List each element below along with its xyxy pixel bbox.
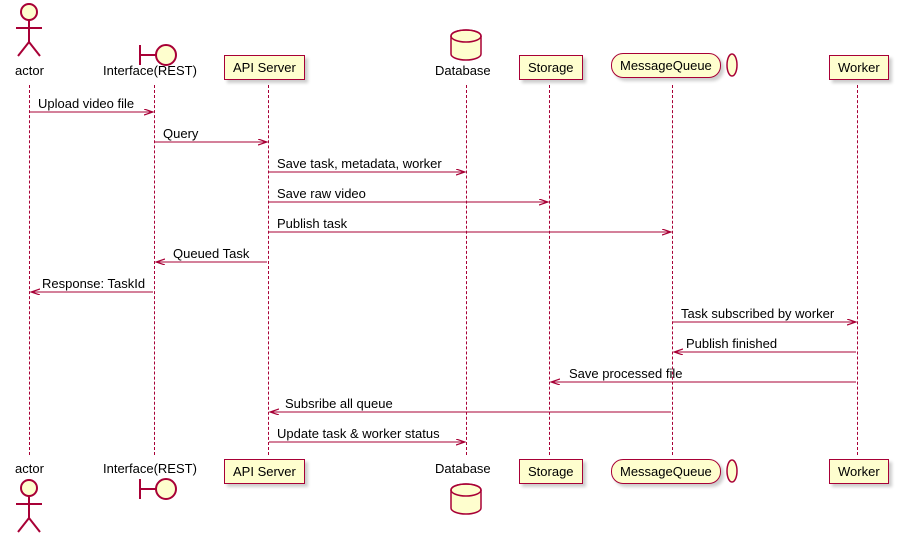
- mq-bottom-box: MessageQueue: [611, 459, 721, 484]
- worker-top-box: Worker: [829, 55, 889, 80]
- msg-savetask: Save task, metadata, worker: [277, 156, 442, 171]
- msg-response: Response: TaskId: [42, 276, 145, 291]
- mq-top-box: MessageQueue: [611, 53, 721, 78]
- lifeline-api: [268, 85, 269, 455]
- msg-publishtask: Publish task: [277, 216, 347, 231]
- db-top-label: Database: [435, 63, 491, 78]
- msg-tasksubscribed: Task subscribed by worker: [681, 306, 834, 321]
- msg-subscribeall: Subsribe all queue: [285, 396, 393, 411]
- interface-icon-top: [140, 45, 176, 65]
- storage-bottom-box: Storage: [519, 459, 583, 484]
- mq-cap-top: [727, 54, 737, 76]
- msg-updatestatus: Update task & worker status: [277, 426, 440, 441]
- lifeline-worker: [857, 85, 858, 455]
- db-icon-bottom: [451, 484, 481, 514]
- mq-cap-bottom: [727, 460, 737, 482]
- lifeline-actor: [29, 85, 30, 455]
- api-bottom-box: API Server: [224, 459, 305, 484]
- lifeline-db: [466, 85, 467, 455]
- msg-query: Query: [163, 126, 198, 141]
- msg-publishfinished: Publish finished: [686, 336, 777, 351]
- msg-saveraw: Save raw video: [277, 186, 366, 201]
- msg-upload: Upload video file: [38, 96, 134, 111]
- actor-icon-top: [16, 4, 42, 56]
- interface-top-label: Interface(REST): [103, 63, 197, 78]
- msg-queued: Queued Task: [173, 246, 249, 261]
- actor-bottom-label: actor: [15, 461, 44, 476]
- msg-saveprocessed: Save processed file: [569, 366, 682, 381]
- storage-top-box: Storage: [519, 55, 583, 80]
- worker-bottom-box: Worker: [829, 459, 889, 484]
- diagram-svg: [0, 0, 904, 539]
- lifeline-storage: [549, 85, 550, 455]
- db-bottom-label: Database: [435, 461, 491, 476]
- db-icon-top: [451, 30, 481, 60]
- actor-icon-bottom: [16, 480, 42, 532]
- lifeline-mq: [672, 85, 673, 455]
- api-top-box: API Server: [224, 55, 305, 80]
- lifeline-interface: [154, 85, 155, 455]
- actor-top-label: actor: [15, 63, 44, 78]
- interface-icon-bottom: [140, 479, 176, 499]
- interface-bottom-label: Interface(REST): [103, 461, 197, 476]
